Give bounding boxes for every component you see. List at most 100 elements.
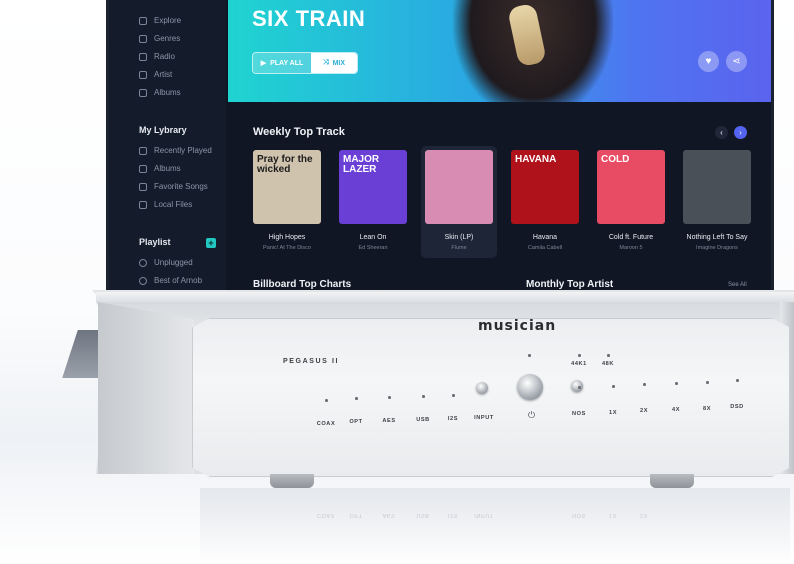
album-cover: COLD: [597, 150, 665, 224]
front-label: 1X: [608, 410, 618, 416]
play-icon: ▶: [260, 60, 267, 67]
track-title: Lean On: [359, 234, 387, 241]
reflected-label: 1X: [609, 512, 617, 518]
reflected-label: COAX: [317, 512, 335, 518]
albums-icon: [139, 88, 147, 97]
folder-icon: [139, 200, 147, 209]
indicator-led: [388, 396, 391, 399]
play-all-label: PLAY ALL: [270, 59, 304, 67]
mix-label: MIX: [332, 59, 346, 67]
sidebar-item-label: Local Files: [154, 200, 193, 209]
albums-icon: [139, 164, 147, 173]
track-card[interactable]: HAVANA Havana Camila Cabell: [507, 146, 583, 258]
sidebar-item-label: Best of Arnob: [154, 276, 203, 285]
sidebar-item-label: Explore: [154, 16, 182, 25]
album-cover: Pray for the wicked: [253, 150, 321, 224]
heart-icon: [139, 182, 147, 191]
like-button[interactable]: ♥: [698, 51, 719, 72]
weekly-top-track-heading: Weekly Top Track: [253, 126, 345, 138]
sidebar-item-label: Genres: [154, 34, 181, 43]
indicator-led: [736, 379, 739, 382]
sidebar-item-artist[interactable]: Artist: [139, 70, 172, 79]
reflected-label: INPUT: [474, 512, 494, 518]
sidebar-item-favorite-songs[interactable]: Favorite Songs: [139, 182, 208, 191]
playlist-heading: Playlist: [139, 237, 171, 247]
album-cover: MAJOR LAZER: [339, 150, 407, 224]
play-all-button[interactable]: ▶ PLAY ALL: [253, 53, 311, 73]
indicator-led: [422, 395, 425, 398]
front-label: I2S: [447, 416, 459, 422]
model-name: PEGASUS II: [283, 358, 340, 365]
album-cover: [683, 150, 751, 224]
see-all-link[interactable]: See All: [728, 282, 747, 288]
explore-icon: [139, 16, 147, 25]
reflected-label: AES: [382, 512, 396, 518]
track-card[interactable]: MAJOR LAZER Lean On Ed Sheeran: [335, 146, 411, 258]
hero-title: SIX TRAIN: [252, 6, 366, 31]
music-note-icon: [139, 146, 147, 155]
track-artist: Flume: [451, 245, 467, 251]
front-label: INPUT: [474, 415, 494, 421]
track-title: Havana: [532, 234, 558, 241]
sidebar-item-label: Radio: [154, 52, 175, 61]
front-label: 4X: [671, 407, 681, 413]
sidebar-item-albums[interactable]: Albums: [139, 88, 181, 97]
carousel-prev-button[interactable]: ‹: [715, 126, 728, 139]
album-cover: HAVANA: [511, 150, 579, 224]
carousel-next-button[interactable]: ›: [734, 126, 747, 139]
share-icon: ⋖: [732, 56, 741, 67]
sidebar-item-unplugged[interactable]: Unplugged: [139, 258, 193, 267]
sidebar-item-local-files[interactable]: Local Files: [139, 200, 192, 209]
hero-banner: SIX TRAIN ▶ PLAY ALL ⤨ MIX ♥ ⋖: [228, 0, 771, 102]
indicator-led: [578, 386, 581, 389]
track-card[interactable]: Nothing Left To Say Imagine Dragons: [679, 146, 755, 258]
sidebar-item-radio[interactable]: Radio: [139, 52, 175, 61]
add-playlist-button[interactable]: +: [206, 238, 216, 248]
genres-icon: [139, 34, 147, 43]
front-label: 2X: [639, 408, 649, 414]
playlist-icon: [139, 258, 147, 267]
indicator-led: [528, 354, 531, 357]
front-label: COAX: [316, 421, 336, 427]
cover-text: HAVANA: [515, 154, 557, 165]
dac-front-panel: [192, 318, 790, 477]
front-label: NOS: [572, 411, 586, 417]
sample-rate-label: 44K1: [571, 361, 587, 367]
front-label: 8X: [702, 406, 712, 412]
library-heading: My Lybrary: [139, 125, 187, 135]
dac-left-bevel: [98, 302, 194, 474]
billboard-heading: Billboard Top Charts: [253, 279, 352, 290]
track-artist: Panic! At The Disco: [263, 245, 311, 251]
front-label: USB: [416, 417, 430, 423]
shuffle-icon: ⤨: [322, 59, 329, 66]
radio-icon: [139, 52, 147, 61]
sidebar-item-genres[interactable]: Genres: [139, 34, 180, 43]
track-title: Skin (LP): [444, 234, 474, 241]
sidebar-item-library-albums[interactable]: Albums: [139, 164, 181, 173]
power-icon[interactable]: ⏻: [528, 410, 535, 421]
sidebar-item-explore[interactable]: Explore: [139, 16, 181, 25]
sidebar-item-label: Favorite Songs: [154, 182, 208, 191]
indicator-led: [452, 394, 455, 397]
dac-foot: [650, 474, 694, 488]
album-cover: [425, 150, 493, 224]
mix-button[interactable]: ⤨ MIX: [311, 53, 357, 73]
track-carousel: Pray for the wicked High Hopes Panic! At T…: [249, 146, 769, 258]
track-card[interactable]: COLD Cold ft. Future Maroon 5: [593, 146, 669, 258]
dac-foot: [270, 474, 314, 488]
volume-knob[interactable]: [517, 374, 543, 400]
sidebar-item-recently-played[interactable]: Recently Played: [139, 146, 212, 155]
nos-button[interactable]: [571, 380, 583, 392]
sidebar-item-label: Recently Played: [154, 146, 212, 155]
dac-top-edge: [96, 292, 794, 302]
indicator-led: [578, 354, 581, 357]
track-card[interactable]: Skin (LP) Flume: [421, 146, 497, 258]
input-button[interactable]: [476, 382, 488, 394]
track-card[interactable]: Pray for the wicked High Hopes Panic! At T…: [249, 146, 325, 258]
share-button[interactable]: ⋖: [726, 51, 747, 72]
sidebar-item-best-of-arnob[interactable]: Best of Arnob: [139, 276, 202, 285]
sample-rate-label: 48K: [601, 361, 615, 367]
indicator-led: [643, 383, 646, 386]
sidebar-item-label: Albums: [154, 164, 181, 173]
track-title: Nothing Left To Say: [686, 234, 748, 241]
